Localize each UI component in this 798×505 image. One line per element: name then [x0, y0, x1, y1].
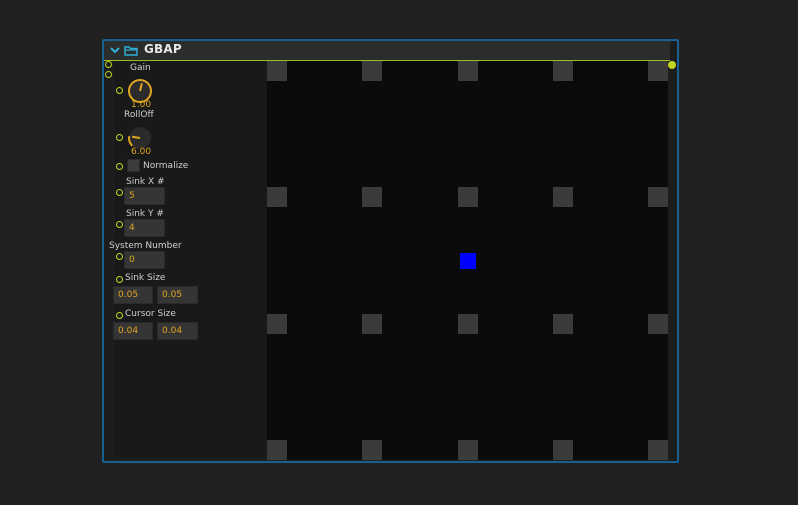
system-number-field[interactable]: 0 [124, 251, 165, 269]
sink-size-port[interactable] [116, 276, 123, 283]
rolloff-value: 6.00 [131, 147, 152, 157]
chevron-down-icon[interactable] [109, 44, 121, 56]
sink-cell [552, 187, 573, 208]
sink-x-label: Sink X # [126, 177, 165, 187]
sink-size-x-field[interactable]: 0.05 [113, 286, 153, 304]
sink-cell [648, 187, 668, 208]
cursor-size-x-field[interactable]: 0.04 [113, 322, 153, 340]
inlet-port-1[interactable] [105, 61, 112, 68]
sink-cell [362, 61, 383, 81]
sink-y-port[interactable] [116, 221, 123, 228]
sink-cell [267, 313, 287, 334]
cursor-size-port[interactable] [116, 312, 123, 319]
sink-cell [552, 440, 573, 460]
sink-cell [457, 187, 478, 208]
node-title: GBAP [144, 42, 182, 56]
gain-label: Gain [130, 63, 151, 73]
cursor-size-label: Cursor Size [125, 309, 176, 319]
normalize-port[interactable] [116, 163, 123, 170]
sink-cell [362, 440, 383, 460]
folder-icon[interactable] [124, 45, 138, 56]
node-header[interactable]: GBAP [104, 41, 670, 61]
rolloff-label: RollOff [124, 110, 154, 120]
outlet-port[interactable] [668, 61, 676, 69]
sink-size-y-field[interactable]: 0.05 [157, 286, 198, 304]
sink-cell [552, 61, 573, 81]
sink-cell [267, 187, 287, 208]
panning-cursor[interactable] [459, 252, 476, 269]
system-number-port[interactable] [116, 253, 123, 260]
sink-cell [457, 440, 478, 460]
cursor-size-y-field[interactable]: 0.04 [157, 322, 198, 340]
sink-y-field[interactable]: 4 [124, 219, 165, 237]
normalize-label: Normalize [143, 161, 189, 171]
sink-cell [648, 61, 668, 81]
gain-value: 1.00 [131, 100, 152, 110]
speaker-grid[interactable] [267, 61, 668, 460]
system-number-label: System Number [109, 241, 182, 251]
sink-cell [648, 440, 668, 460]
sink-cell [362, 187, 383, 208]
sink-cell [457, 61, 478, 81]
sink-x-port[interactable] [116, 189, 123, 196]
sink-cell [362, 313, 383, 334]
sink-cell [267, 440, 287, 460]
rolloff-port[interactable] [116, 134, 123, 141]
sink-y-label: Sink Y # [126, 209, 164, 219]
inlet-port-2[interactable] [105, 71, 112, 78]
sink-cell [648, 313, 668, 334]
normalize-checkbox[interactable] [127, 159, 140, 172]
sink-size-label: Sink Size [125, 273, 166, 283]
sink-cell [552, 313, 573, 334]
sink-cell [457, 313, 478, 334]
sink-cell [267, 61, 287, 81]
sink-x-field[interactable]: 5 [124, 187, 165, 205]
gain-port[interactable] [116, 87, 123, 94]
